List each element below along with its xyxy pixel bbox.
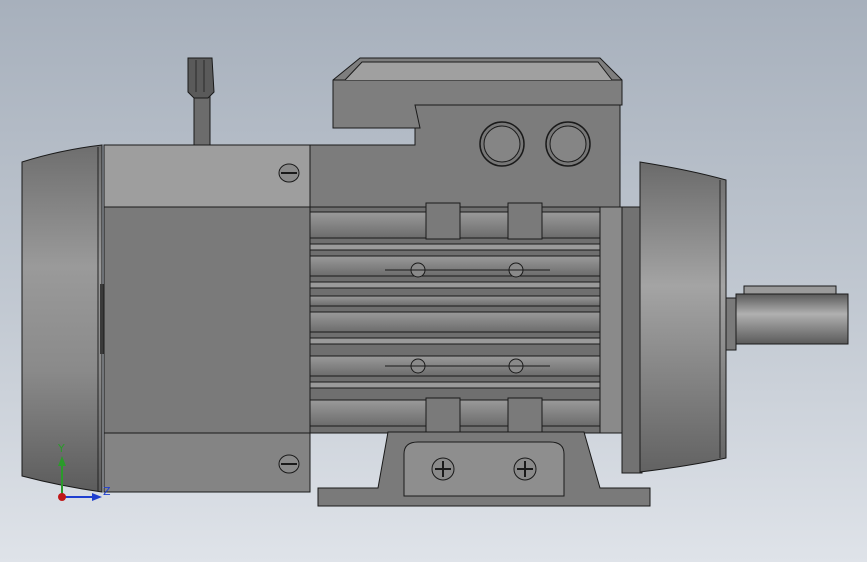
lifting-eyebolt: [187, 57, 215, 147]
triad-y-label: Y: [58, 442, 65, 455]
output-shaft: [725, 285, 849, 351]
front-end-shield: [599, 161, 727, 474]
triad-z-label: Z: [103, 485, 111, 498]
mounting-foot: [317, 431, 651, 507]
cable-gland-1-icon: [479, 121, 525, 167]
foot-bolt-right-icon: [513, 457, 537, 481]
stator-cooling-fins: [309, 202, 606, 435]
foot-bolt-left-icon: [431, 457, 455, 481]
cable-gland-2-icon: [545, 121, 591, 167]
fan-cowl: [21, 144, 104, 493]
screw-bottom-icon: [278, 454, 300, 474]
screw-top-icon: [278, 163, 300, 183]
motor-model[interactable]: [0, 0, 867, 562]
rear-end-shield: [103, 144, 311, 493]
cad-viewport[interactable]: Y Z: [0, 0, 867, 562]
